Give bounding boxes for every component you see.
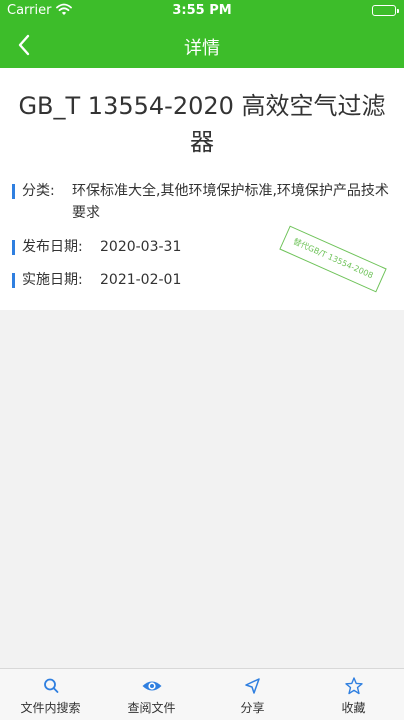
star-icon <box>344 677 363 695</box>
accent-bar <box>12 184 15 199</box>
tab-label: 分享 <box>240 701 265 715</box>
tab-label: 文件内搜索 <box>20 701 81 715</box>
page-title: 详情 <box>184 38 220 59</box>
eye-icon <box>142 681 161 691</box>
battery-icon <box>372 5 399 16</box>
tab-favorite[interactable]: 收藏 <box>303 677 404 716</box>
tab-bar: 文件内搜索 查阅文件 分享 收藏 <box>0 668 404 720</box>
publish-date-value: 2020-03-31 <box>100 239 182 255</box>
status-time: 3:55 PM <box>172 3 232 18</box>
implement-date-label: 实施日期: <box>22 272 83 288</box>
tab-search-in-file[interactable]: 文件内搜索 <box>0 677 101 716</box>
document-detail-card: GB_T 13554-2020 高效空气过滤器 分类: 环保标准大全,其他环境保… <box>0 68 404 310</box>
implement-date-value: 2021-02-01 <box>100 272 182 288</box>
tab-share[interactable]: 分享 <box>202 677 303 716</box>
classification-label: 分类: <box>22 183 55 199</box>
send-icon <box>244 678 260 694</box>
search-icon <box>43 678 58 693</box>
accent-bar <box>12 240 15 255</box>
nav-bar: 详情 <box>0 22 404 68</box>
tab-label: 查阅文件 <box>127 701 176 715</box>
tab-label: 收藏 <box>341 701 366 715</box>
classification-value: 环保标准大全,其他环境保护标准,环境保护产品技术要求 <box>72 183 389 221</box>
classification-row: 分类: 环保标准大全,其他环境保护标准,环境保护产品技术要求 <box>12 180 396 224</box>
tab-view-file[interactable]: 查阅文件 <box>101 677 202 716</box>
status-bar: Carrier 3:55 PM <box>0 0 404 22</box>
accent-bar <box>12 273 15 288</box>
document-title: GB_T 13554-2020 高效空气过滤器 <box>18 92 386 156</box>
publish-date-label: 发布日期: <box>22 239 83 255</box>
